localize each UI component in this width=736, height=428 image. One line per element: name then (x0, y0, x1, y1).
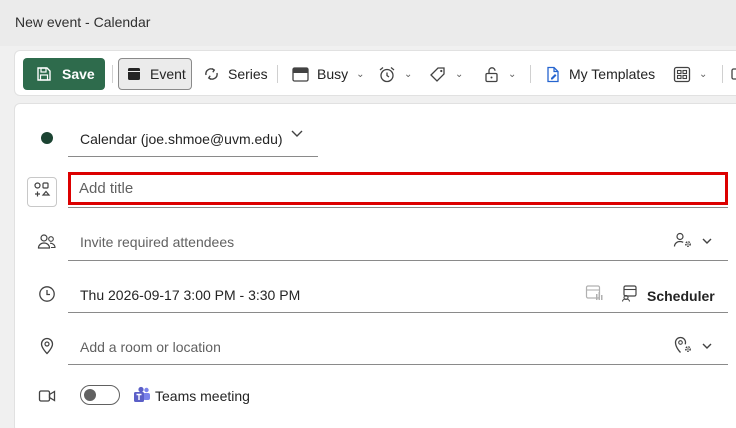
location-pin-icon (35, 334, 59, 358)
reminder-dropdown[interactable]: ⌄ (378, 58, 412, 90)
chevron-down-icon (701, 234, 713, 252)
chevron-down-icon: ⌄ (508, 68, 517, 80)
attendees-underline (68, 260, 728, 261)
chevron-down-icon: ⌄ (404, 68, 413, 80)
title-suggestions-button[interactable] (27, 177, 57, 207)
scheduler-label: Scheduler (647, 287, 715, 304)
chevron-down-icon: ⌄ (455, 68, 464, 80)
scheduler-button[interactable]: Scheduler (621, 284, 715, 307)
toolbar-divider (530, 65, 531, 83)
shapes-icon (33, 181, 51, 204)
window-title: New event - Calendar (15, 14, 151, 30)
toggle-knob (84, 389, 96, 401)
event-button[interactable]: Event (118, 58, 192, 90)
video-camera-icon (35, 384, 59, 408)
my-templates-label: My Templates (569, 66, 656, 82)
calendar-selector[interactable]: Calendar (joe.shmoe@uvm.edu) (68, 122, 318, 155)
save-icon (36, 66, 52, 82)
toolbar: Save Event Series Busy ⌄ ⌄ ⌄ ⌄ My Templa… (14, 50, 736, 96)
calendar-color-dot (35, 126, 59, 150)
people-icon (35, 229, 59, 253)
scheduler-icon (621, 284, 639, 307)
attendees-input[interactable]: Invite required attendees (80, 234, 234, 250)
datetime-underline (68, 312, 728, 313)
chevron-down-icon: ⌄ (356, 68, 365, 80)
my-templates-button[interactable]: My Templates (545, 58, 655, 90)
toolbar-divider (722, 65, 723, 83)
calendar-grid-icon (585, 284, 603, 307)
teams-meeting-label: Teams meeting (155, 388, 250, 404)
title-input-box (68, 172, 728, 205)
alarm-clock-icon (378, 66, 396, 83)
window-icon (731, 67, 736, 81)
series-button[interactable]: Series (203, 58, 268, 90)
calendar-label: Calendar (joe.shmoe@uvm.edu) (80, 130, 283, 147)
event-form: Calendar (joe.shmoe@uvm.edu) Invite requ… (14, 103, 736, 428)
calendar-underline (68, 156, 318, 157)
save-button[interactable]: Save (23, 58, 105, 90)
apps-dropdown[interactable]: ⌄ (673, 58, 707, 90)
people-settings-icon (673, 231, 693, 254)
location-options-dropdown[interactable] (673, 336, 713, 359)
busy-label: Busy (317, 66, 349, 82)
attendee-options-dropdown[interactable] (673, 231, 713, 254)
repeat-icon (203, 66, 220, 82)
teams-logo-icon (133, 386, 151, 409)
series-label: Series (228, 66, 268, 82)
chevron-down-icon: ⌄ (699, 68, 708, 80)
categorize-dropdown[interactable]: ⌄ (429, 58, 463, 90)
tag-icon (429, 66, 447, 83)
event-icon (127, 67, 141, 81)
datetime-value[interactable]: Thu 2026-09-17 3:00 PM - 3:30 PM (80, 287, 300, 303)
location-input[interactable]: Add a room or location (80, 339, 221, 355)
chevron-down-icon (290, 126, 304, 145)
busy-status-icon (292, 66, 309, 82)
overflow-button[interactable] (731, 58, 736, 90)
apps-grid-icon (673, 66, 691, 83)
toolbar-divider (277, 65, 278, 83)
chevron-down-icon (701, 339, 713, 357)
location-underline (68, 364, 728, 365)
event-label: Event (150, 66, 186, 82)
title-input[interactable] (71, 175, 725, 202)
title-bar: New event - Calendar (0, 0, 736, 46)
clock-icon (35, 282, 59, 306)
template-document-icon (545, 66, 561, 83)
title-underline (68, 207, 728, 208)
busy-dropdown[interactable]: Busy ⌄ (292, 58, 365, 90)
location-settings-icon (673, 336, 693, 359)
privacy-dropdown[interactable]: ⌄ (484, 58, 516, 90)
unlock-icon (484, 66, 500, 83)
toolbar-divider (112, 65, 113, 83)
save-label: Save (62, 66, 95, 82)
teams-meeting-toggle[interactable] (80, 385, 120, 405)
